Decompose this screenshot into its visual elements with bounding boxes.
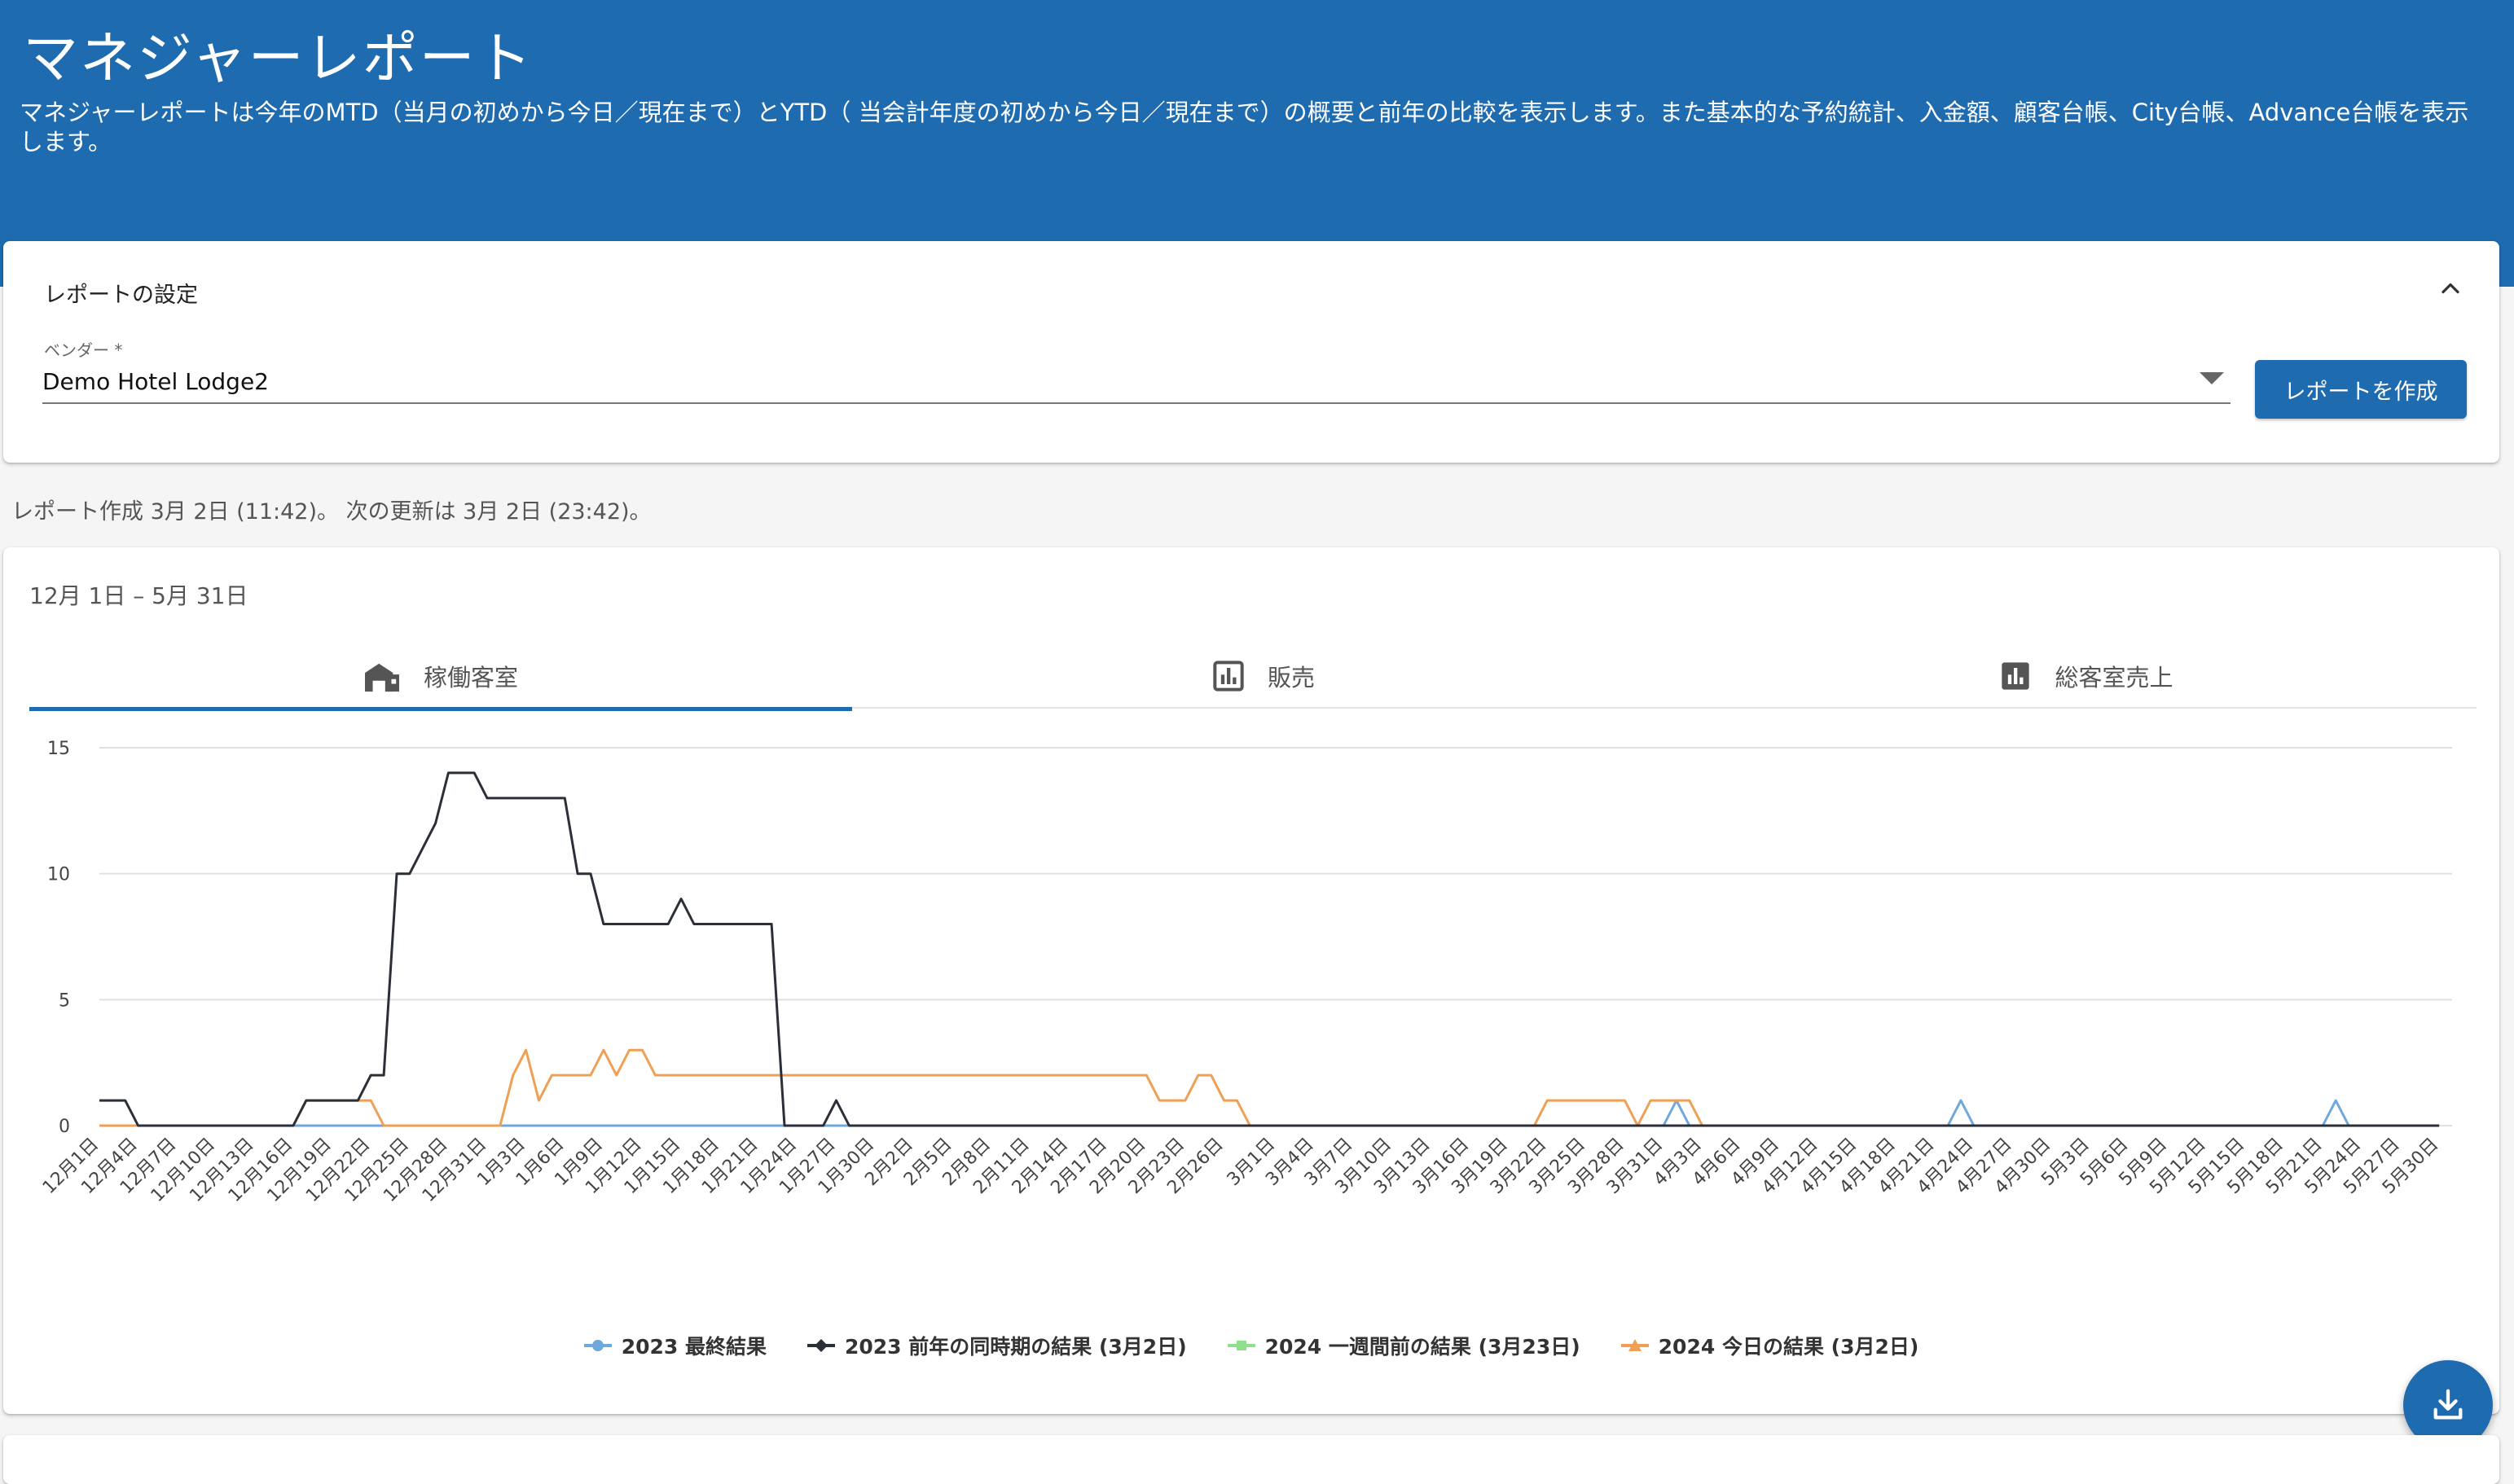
tab-label: 稼働客室 (423, 664, 518, 692)
legend-item[interactable]: 2024 今日の結果 (3月2日) (1620, 1331, 1919, 1360)
caret-down-icon (2200, 372, 2224, 384)
chart-tabs: 稼働客室 販売 総客室売上 (29, 645, 2477, 711)
legend-label: 2023 前年の同時期の結果 (3月2日) (844, 1335, 1187, 1359)
vendor-value: Demo Hotel Lodge2 (42, 368, 269, 395)
chart-card: 12月 1日 – 5月 31日 稼働客室 販売 総客室売上 0 5 10 15 … (3, 547, 2499, 1414)
y-tick-label: 15 (47, 739, 70, 759)
y-tick-label: 5 (59, 990, 70, 1011)
page-description: マネジャーレポートは今年のMTD（当月の初めから今日／現在まで）とYTD（ 当会… (20, 99, 2469, 156)
legend-item[interactable]: 2024 一週間前の結果 (3月23日) (1227, 1331, 1580, 1360)
legend-item[interactable]: 2023 前年の同時期の結果 (3月2日) (807, 1331, 1187, 1360)
chevron-up-icon[interactable] (2436, 274, 2465, 303)
series-line (99, 1099, 2440, 1127)
download-icon (2433, 1389, 2463, 1420)
page-title: マネジャーレポート (23, 27, 534, 91)
report-timestamp: レポート作成 3月 2日 (11:42)。 次の更新は 3月 2日 (23:42… (11, 499, 652, 525)
y-tick-label: 10 (47, 865, 70, 885)
next-section-card (3, 1435, 2499, 1484)
vendor-underline (42, 402, 2231, 404)
y-tick-label: 0 (59, 1117, 70, 1137)
series-line (99, 771, 2440, 1127)
vendor-label: ベンダー * (44, 340, 123, 360)
legend-marker (807, 1339, 835, 1352)
legend-label: 2024 一週間前の結果 (3月23日) (1264, 1335, 1580, 1359)
tab-occupied-rooms[interactable]: 稼働客室 (29, 645, 852, 711)
create-report-button[interactable]: レポートを作成 (2255, 360, 2467, 419)
legend-marker (1227, 1341, 1255, 1350)
legend-marker (1620, 1339, 1649, 1351)
tab-total-room-revenue[interactable]: 総客室売上 (1675, 645, 2498, 707)
tab-sales[interactable]: 販売 (852, 645, 1675, 707)
occupancy-line-chart: 05101512月1日12月4日12月7日12月10日12月13日12月16日1… (39, 739, 2452, 1206)
vendor-select[interactable]: ベンダー * Demo Hotel Lodge2 (42, 337, 2231, 404)
settings-title: レポートの設定 (44, 283, 198, 308)
series-line (99, 1048, 2440, 1127)
tab-label: 総客室売上 (2055, 664, 2173, 692)
date-range: 12月 1日 – 5月 31日 (29, 582, 248, 609)
legend-label: 2023 最終結果 (621, 1335, 767, 1359)
tab-label: 販売 (1267, 664, 1315, 692)
hotel-icon (364, 663, 399, 692)
legend-label: 2024 今日の結果 (3月2日) (1658, 1335, 1919, 1359)
chart-legend: 2023 最終結果 2023 前年の同時期の結果 (3月2日) 2024 一週間前の… (3, 1331, 2499, 1360)
bar-chart-icon (2002, 662, 2030, 690)
report-settings-panel: レポートの設定 ベンダー * Demo Hotel Lodge2 レポートを作成 (3, 241, 2499, 463)
bar-chart-icon (1213, 661, 1244, 692)
legend-marker (583, 1340, 612, 1351)
legend-item[interactable]: 2023 最終結果 (583, 1331, 767, 1360)
